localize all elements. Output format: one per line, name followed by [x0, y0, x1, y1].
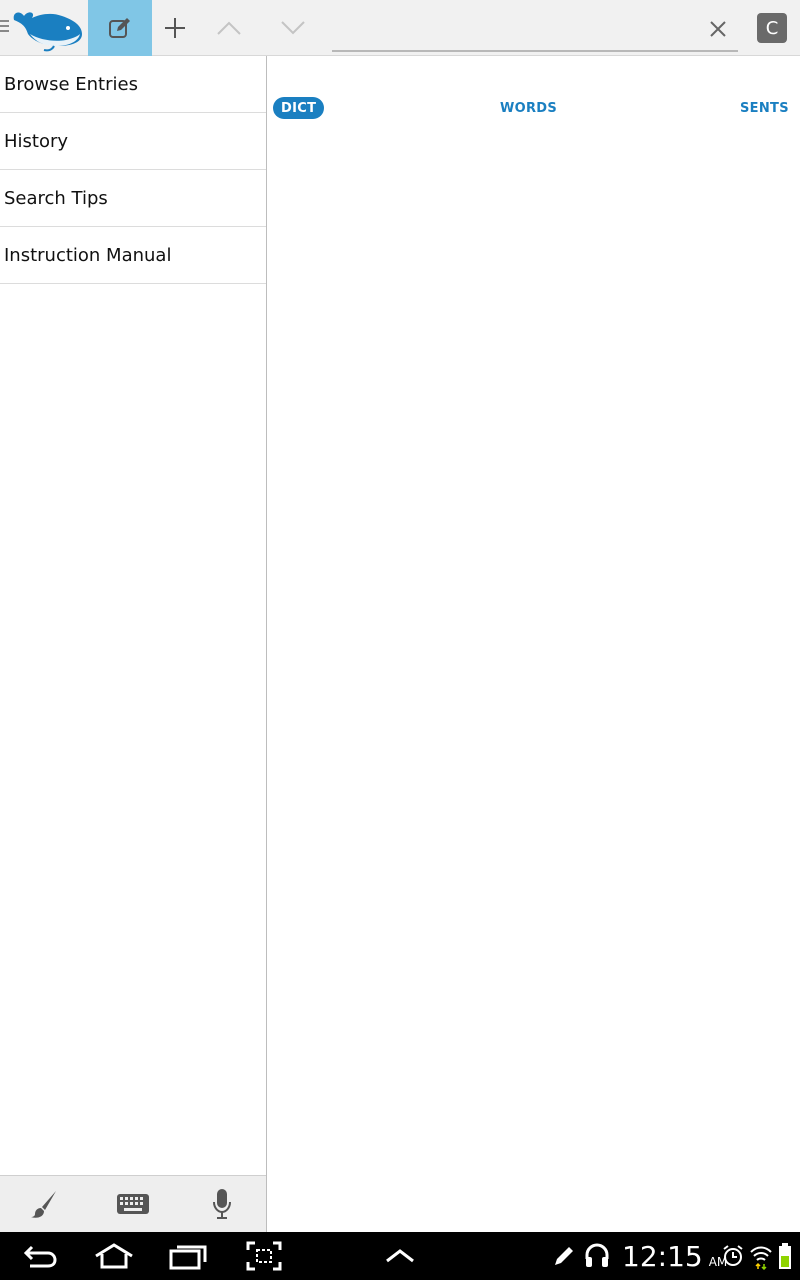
search-bar: [332, 8, 738, 52]
edit-icon: [109, 18, 130, 38]
tab-sents[interactable]: SENTS: [740, 97, 789, 119]
voice-input-button[interactable]: [192, 1176, 252, 1232]
tab-words[interactable]: WORDS: [500, 97, 557, 119]
screenshot-icon: [246, 1241, 282, 1271]
home-icon: [95, 1243, 133, 1269]
main-content: DICT WORDS SENTS: [267, 56, 800, 1232]
recent-apps-button[interactable]: [162, 1232, 214, 1280]
status-clock: 12:15 AM: [622, 1238, 727, 1274]
alarm-icon: [723, 1245, 743, 1266]
clock-time: 12:15: [622, 1240, 703, 1273]
tab-dict[interactable]: DICT: [273, 97, 325, 119]
add-button[interactable]: [152, 0, 198, 56]
back-button[interactable]: [14, 1232, 66, 1280]
top-toolbar: C: [0, 0, 800, 56]
whale-logo[interactable]: [10, 4, 86, 52]
back-icon: [23, 1245, 57, 1268]
recent-apps-icon: [169, 1245, 207, 1270]
next-button[interactable]: [270, 0, 316, 56]
sidebar-item-browse-entries[interactable]: Browse Entries: [0, 56, 266, 113]
keyboard-button[interactable]: [103, 1176, 163, 1232]
plus-icon: [165, 18, 185, 38]
battery-icon: [779, 1243, 791, 1269]
pen-icon: [555, 1247, 573, 1265]
screenshot-button[interactable]: [238, 1232, 290, 1280]
home-button[interactable]: [88, 1232, 140, 1280]
edit-button[interactable]: [88, 0, 152, 56]
previous-button[interactable]: [206, 0, 252, 56]
menu-icon[interactable]: [0, 20, 10, 36]
sidebar-item-search-tips[interactable]: Search Tips: [0, 170, 266, 227]
handwriting-button[interactable]: [14, 1176, 74, 1232]
chevron-up-icon: [217, 21, 241, 35]
clear-search-button[interactable]: [698, 8, 738, 50]
headphones-icon: [585, 1243, 609, 1267]
expand-panel-button[interactable]: [374, 1232, 426, 1280]
sidebar-item-history[interactable]: History: [0, 113, 266, 170]
chevron-up-icon: [386, 1249, 414, 1263]
brush-icon: [31, 1191, 56, 1218]
sidebar-item-instruction-manual[interactable]: Instruction Manual: [0, 227, 266, 284]
chevron-down-icon: [281, 21, 305, 35]
sidebar: Browse Entries History Search Tips Instr…: [0, 56, 267, 1232]
search-input[interactable]: [332, 8, 692, 50]
input-mode-bar: [0, 1175, 266, 1232]
close-icon: [710, 21, 726, 37]
wifi-icon: [750, 1246, 772, 1270]
microphone-icon: [213, 1189, 231, 1219]
system-navigation-bar: 12:15 AM: [0, 1232, 800, 1280]
keyboard-icon: [117, 1194, 149, 1214]
c-button[interactable]: C: [757, 13, 787, 43]
